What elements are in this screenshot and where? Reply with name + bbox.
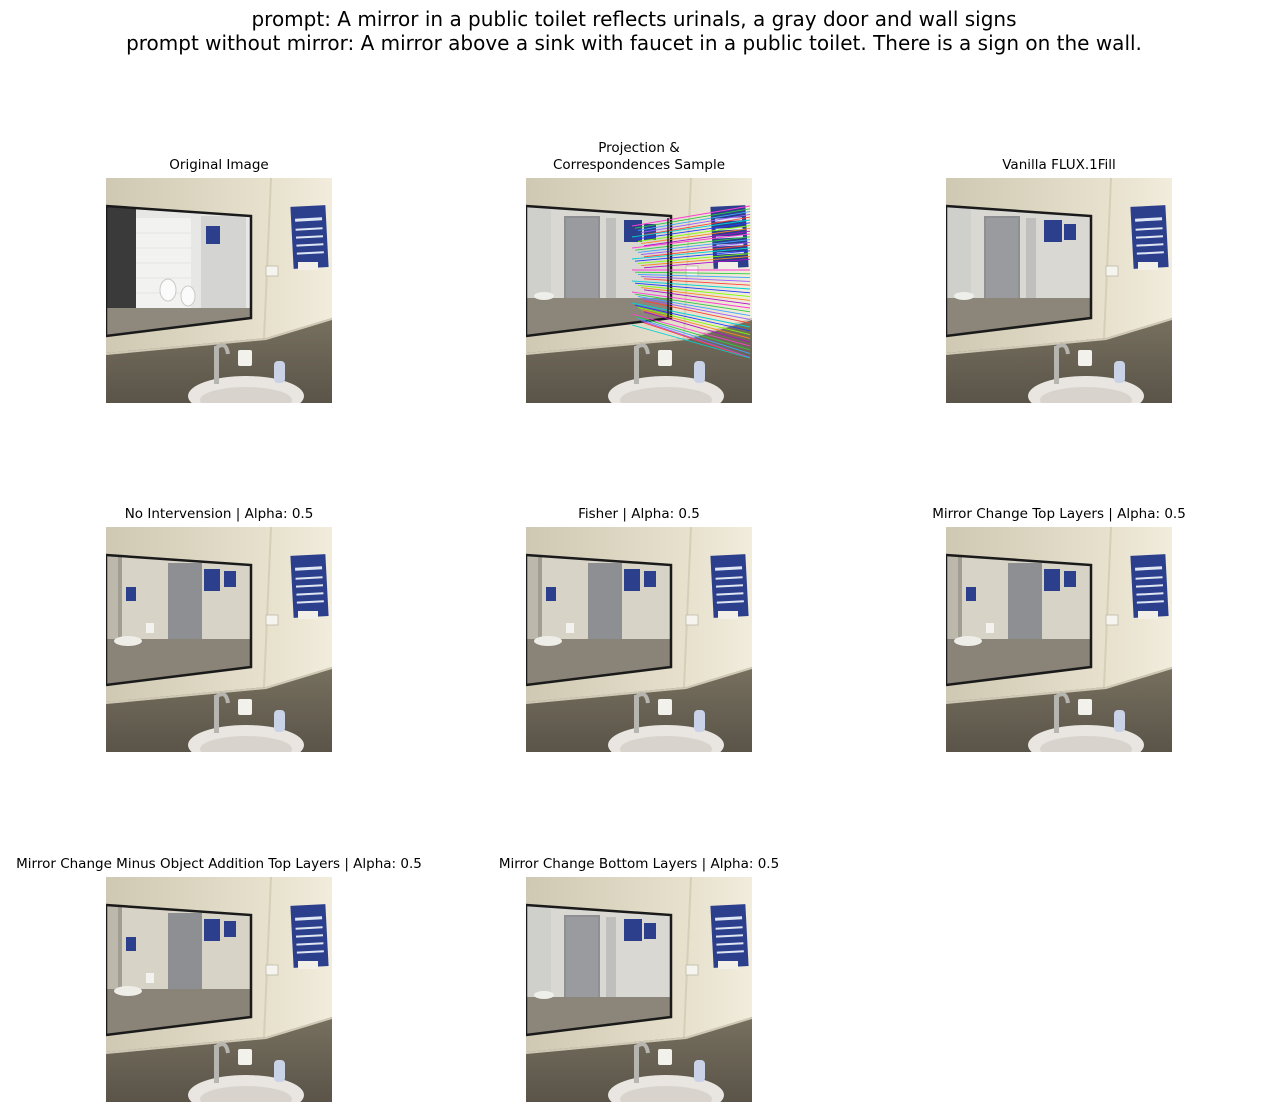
photo-original <box>106 178 332 403</box>
panel-title-original: Original Image <box>169 157 269 173</box>
photo-mirror-change-bottom <box>526 877 752 1102</box>
photo-no-intervention <box>106 527 332 752</box>
panel-title-vanilla: Vanilla FLUX.1Fill <box>1002 157 1116 173</box>
photo-mirror-change-minus <box>106 877 332 1102</box>
panel-title-projection-line2: Correspondences Sample <box>552 157 726 173</box>
panel-title-mirror-bottom: Mirror Change Bottom Layers | Alpha: 0.5 <box>498 856 780 872</box>
photo-projection-correspondences <box>526 178 752 403</box>
photo-vanilla-flux <box>946 178 1172 403</box>
figure-prompt-without-mirror: prompt without mirror: A mirror above a … <box>126 31 1142 55</box>
bathroom-photo <box>526 178 752 403</box>
bathroom-photo <box>946 178 1172 403</box>
bathroom-photo <box>106 178 332 403</box>
bathroom-photo <box>946 527 1172 752</box>
bathroom-photo <box>106 877 332 1102</box>
bathroom-photo <box>106 527 332 752</box>
panel-title-no-intervention: No Intervension | Alpha: 0.5 <box>124 506 314 522</box>
panel-title-projection-line1: Projection & <box>598 140 680 156</box>
photo-mirror-change-top <box>946 527 1172 752</box>
figure-prompt: prompt: A mirror in a public toilet refl… <box>251 7 1017 31</box>
panel-title-mirror-minus: Mirror Change Minus Object Addition Top … <box>16 856 422 872</box>
bathroom-photo <box>526 877 752 1102</box>
panel-title-mirror-top: Mirror Change Top Layers | Alpha: 0.5 <box>932 506 1186 522</box>
panel-title-fisher: Fisher | Alpha: 0.5 <box>578 506 700 522</box>
photo-fisher <box>526 527 752 752</box>
bathroom-photo <box>526 527 752 752</box>
